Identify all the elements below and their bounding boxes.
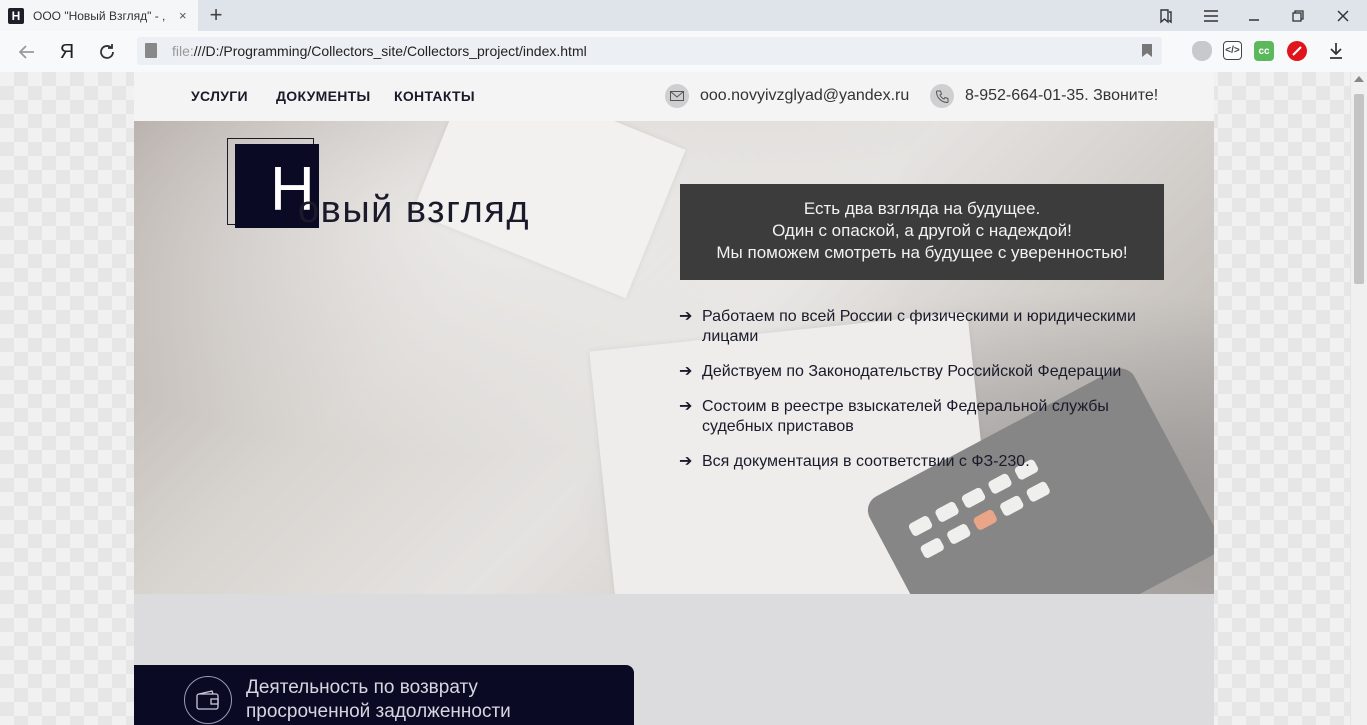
url-field[interactable]: file:///D:/Programming/Collectors_site/C…	[137, 37, 1162, 65]
url-scheme: file:	[172, 43, 194, 59]
url-text: file:///D:/Programming/Collectors_site/C…	[172, 43, 587, 59]
doc-icon	[145, 43, 157, 58]
page-scrollbar[interactable]	[1350, 72, 1367, 725]
yandex-icon[interactable]: Я	[54, 39, 80, 65]
logo-text: овый взгляд	[298, 189, 531, 231]
bookmark-icon[interactable]	[1142, 44, 1152, 57]
site-container: УСЛУГИ ДОКУМЕНТЫ КОНТАКТЫ ooo.novyivzgly…	[134, 72, 1214, 725]
header-email[interactable]: ooo.novyivzglyad@yandex.ru	[700, 87, 909, 105]
favicon-icon: Н	[8, 7, 24, 24]
tab-title: ООО "Новый Взгляд" - ,	[33, 8, 166, 23]
shield-icon[interactable]	[1192, 41, 1212, 61]
new-tab-button[interactable]: +	[205, 3, 227, 27]
wallet-icon	[184, 676, 232, 724]
maximize-icon[interactable]	[1278, 0, 1318, 31]
nav-services[interactable]: УСЛУГИ	[191, 88, 248, 104]
arrow-right-icon: ➔	[679, 398, 693, 415]
email-icon	[665, 84, 689, 108]
feature-text: Состоим в реестре взыскателей Федерально…	[702, 398, 1109, 435]
site-header: УСЛУГИ ДОКУМЕНТЫ КОНТАКТЫ ooo.novyivzgly…	[134, 72, 1214, 121]
feature-item: ➔ Состоим в реестре взыскателей Федераль…	[679, 397, 1179, 437]
service-card[interactable]: Деятельность по возврату просроченной за…	[134, 665, 634, 725]
arrow-right-icon: ➔	[679, 453, 693, 470]
code-ext-icon[interactable]: </>	[1223, 41, 1242, 60]
nav-contacts[interactable]: КОНТАКТЫ	[394, 88, 475, 104]
browser-titlebar: Н ООО "Новый Взгляд" - , × +	[0, 0, 1367, 31]
feature-text: Вся документация в соответствии с ФЗ-230…	[702, 453, 1030, 470]
phone-icon	[930, 84, 954, 108]
minimize-icon[interactable]	[1234, 0, 1274, 31]
slogan-line: Есть два взгляда на будущее.	[803, 199, 1041, 218]
scroll-up-icon[interactable]	[1354, 76, 1364, 82]
header-phone[interactable]: 8-952-664-01-35. Звоните!	[965, 87, 1158, 105]
address-bar: Я file:///D:/Programming/Collectors_site…	[0, 31, 1367, 73]
feature-text: Работаем по всей России с физическими и …	[702, 308, 1136, 345]
feature-item: ➔ Действуем по Законодательству Российск…	[679, 362, 1179, 382]
close-icon[interactable]	[1323, 0, 1363, 31]
nav-documents[interactable]: ДОКУМЕНТЫ	[276, 88, 371, 104]
back-icon[interactable]	[14, 39, 40, 65]
slogan-box: Есть два взгляда на будущее. Один с опас…	[680, 184, 1164, 280]
feature-text: Действуем по Законодательству Российской…	[702, 363, 1122, 380]
scroll-thumb[interactable]	[1354, 94, 1364, 284]
browser-tab[interactable]: Н ООО "Новый Взгляд" - , ×	[0, 0, 198, 31]
feature-item: ➔ Работаем по всей России с физическими …	[679, 307, 1179, 347]
feature-item: ➔ Вся документация в соответствии с ФЗ-2…	[679, 452, 1179, 472]
arrow-right-icon: ➔	[679, 363, 693, 380]
slogan-line: Один с опаской, а другой с надеждой!	[772, 221, 1072, 240]
arrow-right-icon: ➔	[679, 308, 693, 325]
page-viewport: УСЛУГИ ДОКУМЕНТЫ КОНТАКТЫ ooo.novyivzgly…	[0, 72, 1350, 725]
cc-ext-icon[interactable]: cc	[1254, 41, 1274, 61]
menu-icon[interactable]	[1191, 0, 1231, 31]
service-title: Деятельность по возврату просроченной за…	[246, 677, 511, 722]
hero-section: Н овый взгляд Есть два взгляда на будуще…	[134, 121, 1214, 594]
ublock-icon[interactable]	[1287, 41, 1307, 61]
download-icon[interactable]	[1326, 41, 1346, 61]
reload-icon[interactable]	[94, 39, 120, 65]
tab-close-icon[interactable]: ×	[179, 8, 187, 23]
url-path: ///D:/Programming/Collectors_site/Collec…	[193, 43, 587, 59]
slogan-line: Мы поможем смотреть на будущее с уверенн…	[716, 243, 1128, 262]
features-list: ➔ Работаем по всей России с физическими …	[679, 307, 1179, 487]
bookmarks-panel-icon[interactable]	[1146, 0, 1186, 31]
